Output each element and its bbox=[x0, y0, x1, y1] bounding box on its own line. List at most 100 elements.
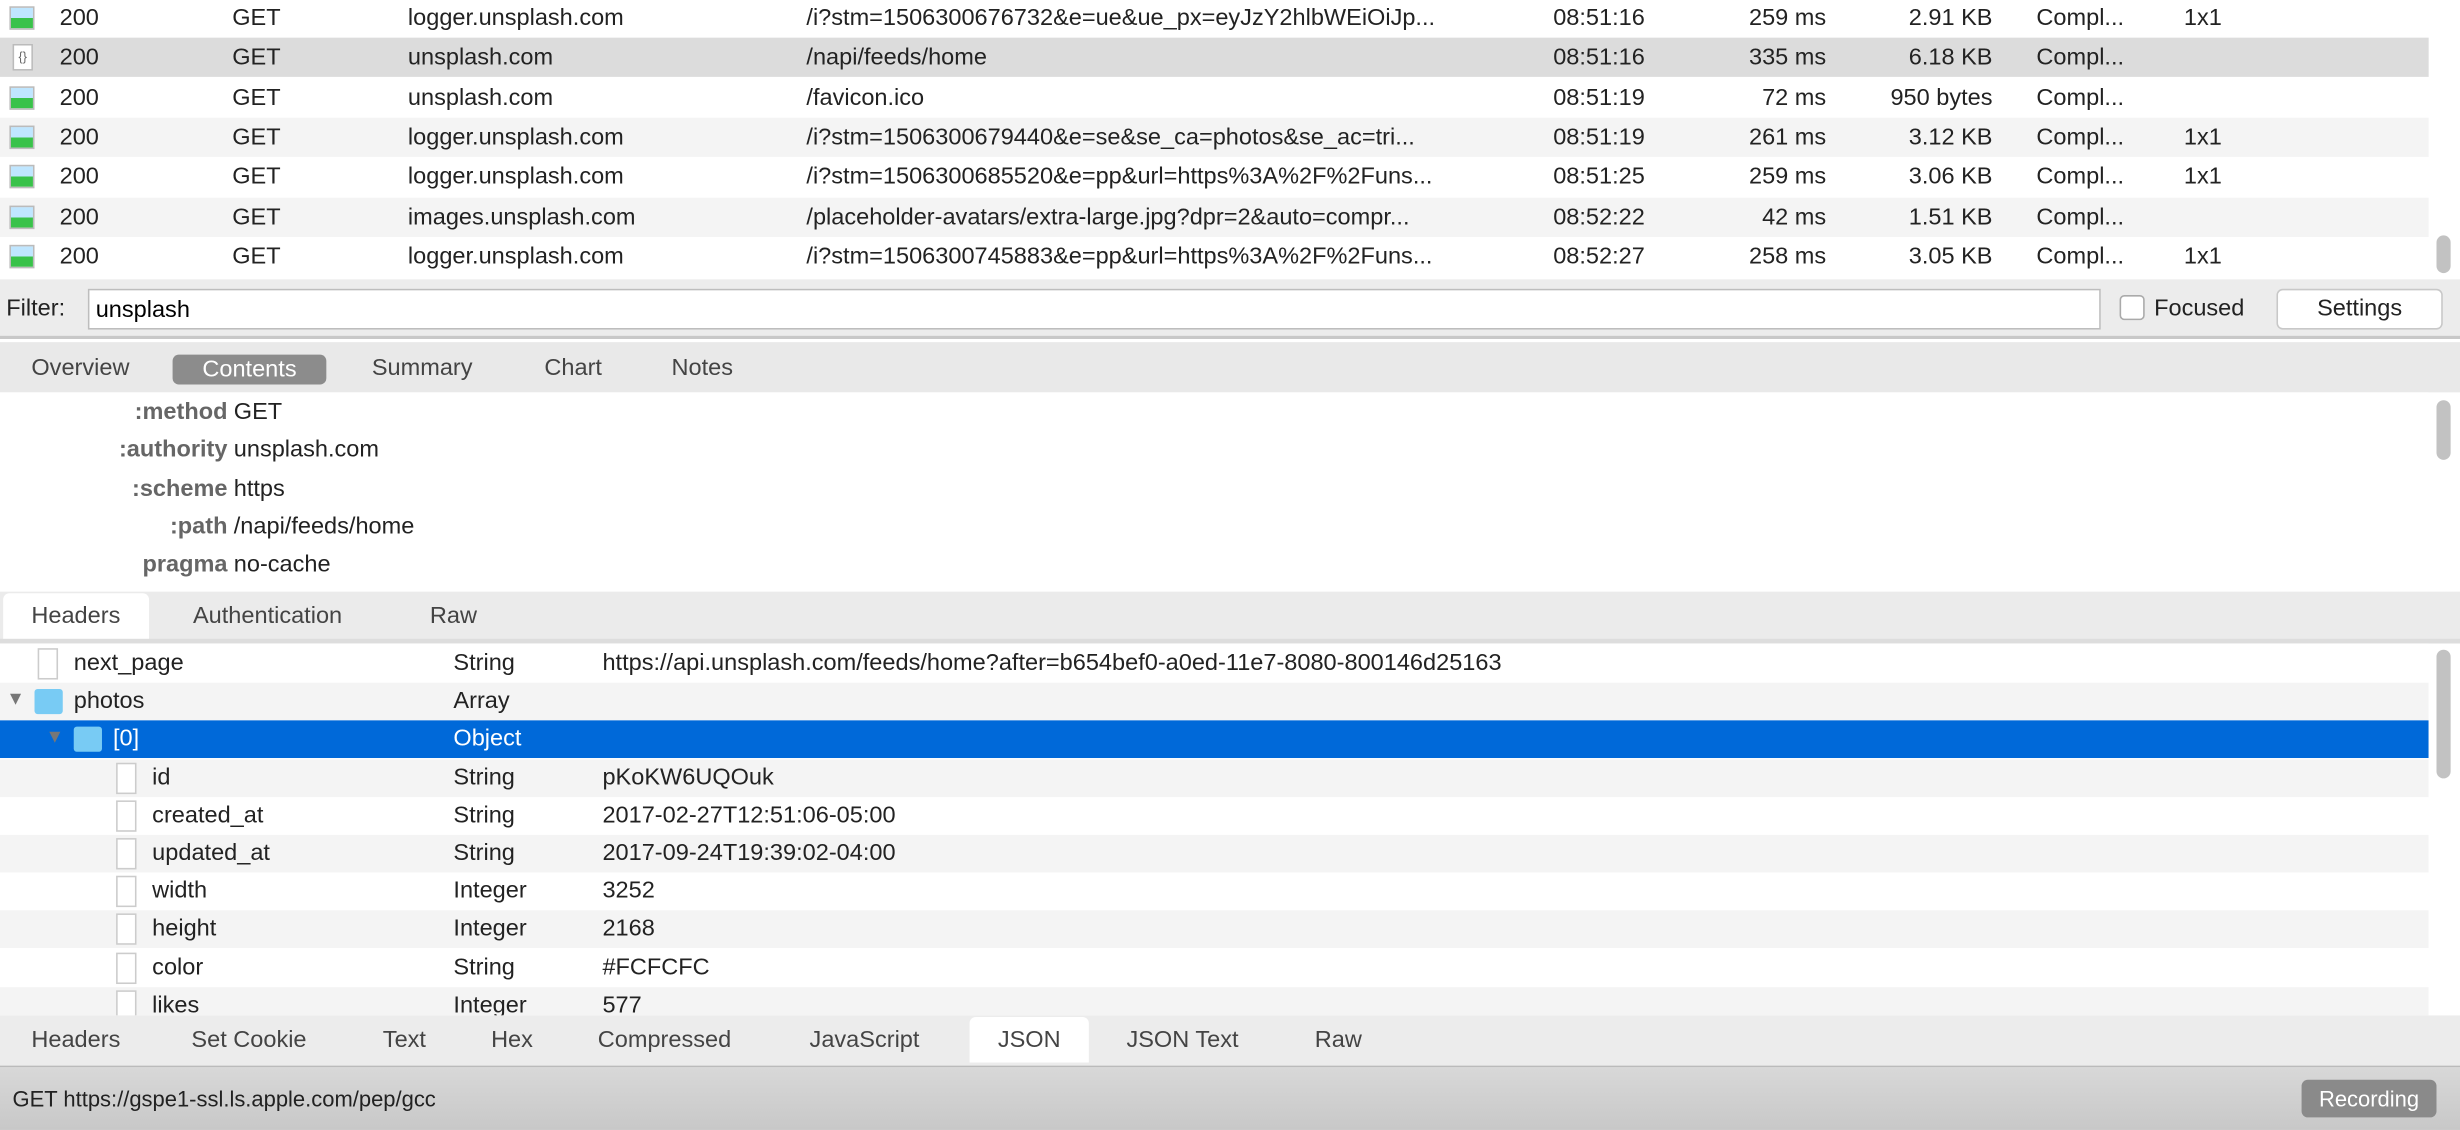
request-path: /placeholder-avatars/extra-large.jpg?dpr… bbox=[806, 203, 1410, 230]
headers-scrollbar[interactable] bbox=[2436, 400, 2451, 460]
tree-row[interactable]: width Integer 3252 bbox=[0, 872, 2429, 911]
tab-javascript[interactable]: JavaScript bbox=[810, 1026, 920, 1053]
settings-button[interactable]: Settings bbox=[2276, 288, 2443, 330]
status-text: GET https://gspe1-ssl.ls.apple.com/pep/g… bbox=[12, 1086, 436, 1112]
tree-row[interactable]: height Integer 2168 bbox=[0, 910, 2429, 949]
disclosure-triangle-icon[interactable]: ▼ bbox=[45, 726, 64, 748]
node-type: String bbox=[453, 839, 515, 867]
request-row[interactable]: 200 GET logger.unsplash.com/i?stm=15063007… bbox=[0, 236, 2429, 276]
request-dims: 1x1 bbox=[2183, 242, 2222, 270]
request-path: /napi/feeds/home bbox=[806, 44, 987, 72]
request-row[interactable]: {} 200 GET unsplash.com/napi/feeds/home 08:5… bbox=[0, 38, 2429, 78]
tab-notes[interactable]: Notes bbox=[671, 355, 732, 382]
request-time: 08:51:16 bbox=[1553, 44, 1645, 72]
request-size: 3.05 KB bbox=[1908, 242, 1993, 270]
request-path: /i?stm=1506300745883&e=pp&url=https%3A%2… bbox=[806, 242, 1433, 270]
tree-row[interactable]: created_at String 2017-02-27T12:51:06-05:0… bbox=[0, 796, 2429, 835]
request-row[interactable]: 200 GET unsplash.com/favicon.ico 08:51:19 72… bbox=[0, 77, 2429, 118]
tab-raw[interactable]: Raw bbox=[430, 603, 477, 630]
tree-row[interactable]: ▼ [0] Object bbox=[0, 720, 2429, 759]
node-name: id bbox=[152, 763, 171, 791]
request-size: 6.18 KB bbox=[1908, 44, 1993, 72]
tab-compressed[interactable]: Compressed bbox=[598, 1026, 731, 1053]
node-type: String bbox=[453, 801, 515, 829]
tree-row[interactable]: color String #FCFCFC bbox=[0, 948, 2429, 987]
header-value: no-cache bbox=[233, 551, 331, 578]
tab-json[interactable]: JSON bbox=[969, 1016, 1089, 1063]
header-row: :method GET bbox=[0, 394, 1255, 432]
filter-input[interactable] bbox=[87, 288, 2101, 330]
disclosure-triangle-icon[interactable]: ▼ bbox=[6, 688, 25, 710]
request-host: logger.unsplash.com bbox=[407, 163, 624, 191]
node-type: Integer bbox=[453, 991, 527, 1016]
tree-row[interactable]: updated_at String 2017-09-24T19:39:02-04:0… bbox=[0, 834, 2429, 873]
request-host: unsplash.com bbox=[407, 84, 554, 111]
node-value: 2017-02-27T12:51:06-05:00 bbox=[602, 801, 896, 829]
request-method: GET bbox=[232, 84, 281, 111]
request-duration: 335 ms bbox=[1749, 44, 1827, 72]
header-key: pragma bbox=[142, 551, 228, 578]
tab-authentication[interactable]: Authentication bbox=[193, 603, 342, 630]
tree-row[interactable]: likes Integer 577 bbox=[0, 986, 2429, 1016]
tab-raw[interactable]: Raw bbox=[1315, 1026, 1362, 1053]
header-key: :path bbox=[169, 513, 228, 540]
request-path: /i?stm=1506300676732&e=ue&ue_px=eyJzY2hl… bbox=[806, 4, 1436, 32]
node-type: Integer bbox=[453, 877, 527, 905]
request-row[interactable]: 200 GET logger.unsplash.com/i?stm=15063006… bbox=[0, 157, 2429, 197]
tab-text[interactable]: Text bbox=[383, 1026, 426, 1053]
header-key: :authority bbox=[118, 436, 228, 464]
tab-overview[interactable]: Overview bbox=[31, 355, 129, 382]
recording-button[interactable]: Recording bbox=[2301, 1079, 2437, 1118]
tree-row[interactable]: id String pKoKW6UQOuk bbox=[0, 758, 2429, 797]
request-path: /i?stm=1506300679440&e=se&se_ca=photos&s… bbox=[806, 123, 1415, 151]
charles-proxy-window: 200 GET logger.unsplash.com/i?stm=15063006… bbox=[0, 0, 2460, 1130]
request-duration: 42 ms bbox=[1762, 203, 1827, 230]
status-bar: GET https://gspe1-ssl.ls.apple.com/pep/g… bbox=[0, 1065, 2460, 1130]
tab-summary[interactable]: Summary bbox=[372, 355, 473, 382]
tab-contents[interactable]: Contents bbox=[172, 354, 327, 385]
request-row[interactable]: 200 GET images.unsplash.com/placeholder-av… bbox=[0, 196, 2429, 237]
request-host: images.unsplash.com bbox=[407, 203, 636, 230]
header-row: :path/napi/feeds/home bbox=[0, 508, 1255, 546]
request-dims: 1x1 bbox=[2183, 163, 2222, 191]
image-icon bbox=[9, 204, 35, 229]
request-code: 200 bbox=[59, 84, 99, 111]
tab-hex[interactable]: Hex bbox=[491, 1026, 533, 1053]
tab-set-cookie[interactable]: Set Cookie bbox=[191, 1026, 306, 1053]
request-row[interactable]: 200 GET logger.unsplash.com/i?stm=15063006… bbox=[0, 0, 2429, 38]
request-status: Compl... bbox=[2036, 84, 2125, 111]
request-code: 200 bbox=[59, 44, 99, 72]
node-name: photos bbox=[73, 687, 145, 715]
tab-headers[interactable]: Headers bbox=[3, 593, 149, 639]
request-duration: 261 ms bbox=[1749, 123, 1827, 151]
tab-chart[interactable]: Chart bbox=[544, 355, 602, 382]
request-dims: 1x1 bbox=[2183, 4, 2222, 32]
focused-checkbox[interactable] bbox=[2119, 295, 2145, 321]
tree-row[interactable]: next_page String https://api.unsplash.com/… bbox=[0, 645, 2429, 683]
request-time: 08:52:22 bbox=[1553, 203, 1645, 230]
json-tree: next_page String https://api.unsplash.com/… bbox=[0, 643, 2429, 1016]
file-icon bbox=[116, 800, 137, 832]
tree-row[interactable]: ▼ photos Array bbox=[0, 682, 2429, 721]
tab-headers[interactable]: Headers bbox=[31, 1026, 120, 1053]
request-status: Compl... bbox=[2036, 4, 2125, 32]
json-tree-scrollbar[interactable] bbox=[2436, 649, 2451, 779]
request-code: 200 bbox=[59, 4, 99, 32]
folder-icon bbox=[34, 689, 63, 715]
header-key: :method bbox=[134, 398, 228, 426]
tab-json-text[interactable]: JSON Text bbox=[1126, 1026, 1238, 1053]
image-icon bbox=[9, 125, 35, 149]
request-row[interactable]: 200 GET logger.unsplash.com/i?stm=15063006… bbox=[0, 117, 2429, 157]
request-code: 200 bbox=[59, 203, 99, 230]
request-table-scrollbar[interactable] bbox=[2436, 235, 2451, 274]
request-size: 2.91 KB bbox=[1908, 4, 1993, 32]
file-icon bbox=[116, 876, 137, 908]
node-name: width bbox=[152, 877, 208, 905]
node-type: Array bbox=[453, 687, 510, 715]
request-status: Compl... bbox=[2036, 123, 2125, 151]
node-name: [0] bbox=[112, 725, 140, 753]
request-time: 08:51:25 bbox=[1553, 163, 1645, 191]
request-duration: 259 ms bbox=[1749, 4, 1827, 32]
request-status: Compl... bbox=[2036, 203, 2125, 230]
node-name: created_at bbox=[152, 801, 264, 829]
